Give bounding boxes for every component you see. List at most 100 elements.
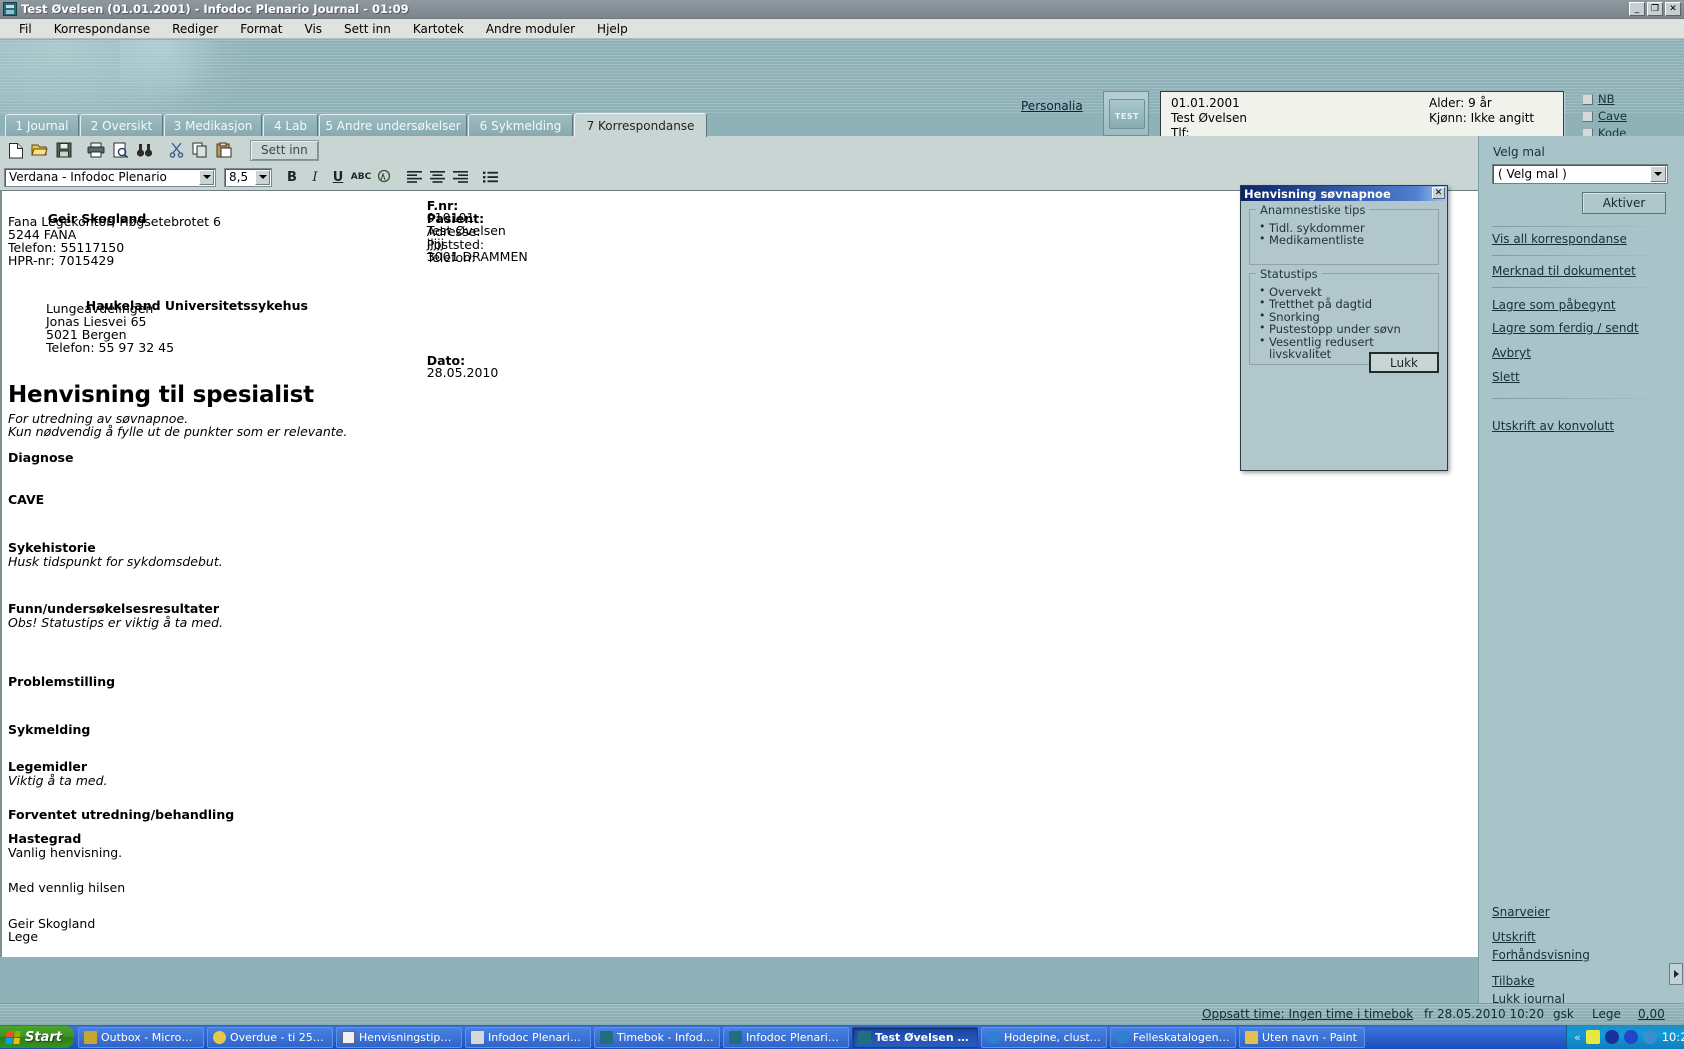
tab-lab[interactable]: 4 Lab xyxy=(263,114,318,136)
sidebar-item-snarveier[interactable]: Snarveier xyxy=(1492,905,1550,919)
window-title: Test Øvelsen (01.01.2001) - Infodoc Plen… xyxy=(21,2,409,16)
sidebar-item-lagre-som-pabegynt[interactable]: Lagre som påbegynt xyxy=(1492,298,1616,312)
aktiver-button[interactable]: Aktiver xyxy=(1582,192,1666,214)
sidebar-item-avbryt[interactable]: Avbryt xyxy=(1492,346,1531,360)
restore-button[interactable]: ❐ xyxy=(1647,2,1663,16)
tab-sykmelding[interactable]: 6 Sykmelding xyxy=(468,114,573,136)
menu-item-andre-moduler[interactable]: Andre moduler xyxy=(475,21,586,37)
cut-scissors-icon[interactable] xyxy=(164,138,188,162)
new-document-icon[interactable] xyxy=(4,138,28,162)
sidebar-item-lagre-som-ferdig-sendt[interactable]: Lagre som ferdig / sendt xyxy=(1492,321,1639,335)
print-icon[interactable] xyxy=(84,138,108,162)
status-datetime: fr 28.05.2010 10:20 xyxy=(1424,1007,1545,1021)
close-icon[interactable]: ✕ xyxy=(1432,187,1445,199)
find-binoculars-icon[interactable] xyxy=(132,138,156,162)
tray-clock[interactable]: 10:20 xyxy=(1662,1030,1684,1044)
status-amount[interactable]: 0,00 xyxy=(1638,1007,1665,1021)
menu-item-kartotek[interactable]: Kartotek xyxy=(402,21,475,37)
chevron-down-icon[interactable] xyxy=(1650,166,1666,182)
minimize-button[interactable]: _ xyxy=(1629,2,1645,16)
lukk-button[interactable]: Lukk xyxy=(1369,352,1439,373)
italic-button[interactable]: I xyxy=(304,166,326,188)
bullet-list-icon[interactable] xyxy=(479,166,501,188)
print-preview-icon[interactable] xyxy=(108,138,132,162)
start-button[interactable]: Start xyxy=(0,1026,74,1048)
mail-icon xyxy=(341,1030,355,1044)
task-timebok[interactable]: Timebok - Infodoc Ple... xyxy=(593,1026,720,1048)
tab-medikasjon[interactable]: 3 Medikasjon xyxy=(164,114,262,136)
menu-item-fil[interactable]: Fil xyxy=(8,21,43,37)
anamnestic-tips-group: Anamnestiske tips Tidl. sykdommer Medika… xyxy=(1249,203,1439,265)
task-paint[interactable]: Uten navn - Paint xyxy=(1238,1026,1365,1048)
network-icon[interactable] xyxy=(1604,1030,1619,1044)
task-label: Infodoc Plenario [2.7.... xyxy=(745,1030,843,1044)
menu-item-hjelp[interactable]: Hjelp xyxy=(586,21,639,37)
volume-icon[interactable] xyxy=(1623,1030,1638,1044)
font-family-select[interactable]: Verdana - Infodoc Plenario xyxy=(4,167,216,187)
sidebar-item-tilbake[interactable]: Tilbake xyxy=(1492,974,1535,988)
personalia-link[interactable]: Personalia xyxy=(1021,99,1083,113)
tray-expand-chevron-icon[interactable]: « xyxy=(1574,1031,1581,1044)
open-folder-icon[interactable] xyxy=(28,138,52,162)
align-left-icon[interactable] xyxy=(403,166,425,188)
copy-icon[interactable] xyxy=(188,138,212,162)
menu-item-korrespondanse[interactable]: Korrespondanse xyxy=(43,21,161,37)
sidebar-scroll-right-button[interactable] xyxy=(1669,963,1683,985)
insert-button[interactable]: Sett inn xyxy=(250,139,319,161)
chevron-down-icon[interactable] xyxy=(255,169,270,185)
task-felleskatalogen[interactable]: Felleskatalogen - Win... xyxy=(1109,1026,1236,1048)
chevron-down-icon[interactable] xyxy=(199,169,214,185)
flag-nb-checkbox[interactable] xyxy=(1582,93,1593,105)
tips-dialog-titlebar: Henvisning søvnapnoe ✕ xyxy=(1241,186,1447,201)
tab-korrespondanse[interactable]: 7 Korrespondanse xyxy=(574,113,707,137)
outlook-icon xyxy=(83,1030,97,1044)
spelling-button[interactable]: ABC xyxy=(350,166,372,188)
menu-item-format[interactable]: Format xyxy=(229,21,293,37)
text-color-icon[interactable] xyxy=(373,166,395,188)
align-right-icon[interactable] xyxy=(449,166,471,188)
action-sidebar: Velg mal ( Velg mal ) Aktiver Vis all ko… xyxy=(1478,136,1684,1013)
underline-button[interactable]: U xyxy=(327,166,349,188)
status-appointment[interactable]: Oppsatt time: Ingen time i timebok xyxy=(1202,1007,1413,1021)
tips-dialog[interactable]: Henvisning søvnapnoe ✕ Anamnestiske tips… xyxy=(1240,185,1448,471)
font-size-select[interactable]: 8,5 xyxy=(224,167,272,187)
task-infodoc-okonomi[interactable]: Infodoc Plenario Øko... xyxy=(464,1026,591,1048)
sidebar-item-vis-all-korrespondanse[interactable]: Vis all korrespondanse xyxy=(1492,232,1627,246)
task-hodepine[interactable]: Hodepine, cluster - N... xyxy=(980,1026,1107,1048)
toolbar-separator xyxy=(76,138,84,162)
template-select[interactable]: ( Velg mal ) xyxy=(1492,164,1668,184)
sync-icon[interactable] xyxy=(1642,1030,1657,1044)
document-signature-role: Lege xyxy=(8,929,39,944)
divider xyxy=(1492,226,1668,227)
task-test-ovelsen[interactable]: Test Øvelsen (01.0... xyxy=(851,1026,978,1048)
menu-item-rediger[interactable]: Rediger xyxy=(161,21,229,37)
save-disk-icon[interactable] xyxy=(52,138,76,162)
sidebar-item-utskrift[interactable]: Utskrift xyxy=(1492,930,1536,944)
paste-icon[interactable] xyxy=(212,138,236,162)
bold-button[interactable]: B xyxy=(281,166,303,188)
task-henvisningstips[interactable]: Henvisningstips - Mes... xyxy=(335,1026,462,1048)
task-overdue[interactable]: Overdue - ti 25.05.20... xyxy=(206,1026,333,1048)
task-outbox[interactable]: Outbox - Microsoft O... xyxy=(77,1026,204,1048)
sidebar-item-forhandsvisning[interactable]: Forhåndsvisning xyxy=(1492,948,1590,962)
task-label: Felleskatalogen - Win... xyxy=(1132,1030,1230,1044)
paint-icon xyxy=(1244,1030,1258,1044)
sidebar-item-utskrift-av-konvolutt[interactable]: Utskrift av konvolutt xyxy=(1492,419,1614,433)
close-button[interactable]: ✕ xyxy=(1665,2,1681,16)
align-center-icon[interactable] xyxy=(426,166,448,188)
sidebar-item-slett[interactable]: Slett xyxy=(1492,370,1520,384)
menu-item-vis[interactable]: Vis xyxy=(294,21,334,37)
application-window: Test Øvelsen (01.01.2001) - Infodoc Plen… xyxy=(0,0,1684,1049)
status-user: gsk xyxy=(1553,1007,1574,1021)
tab-journal[interactable]: 1 Journal xyxy=(5,114,79,136)
tab-oversikt[interactable]: 2 Oversikt xyxy=(80,114,163,136)
menu-item-sett-inn[interactable]: Sett inn xyxy=(333,21,402,37)
task-infodoc-plenario[interactable]: Infodoc Plenario [2.7.... xyxy=(722,1026,849,1048)
tab-andre-undersokelser[interactable]: 5 Andre undersøkelser xyxy=(319,114,467,136)
task-label: Infodoc Plenario Øko... xyxy=(487,1030,585,1044)
flag-nb[interactable]: NB xyxy=(1582,91,1627,107)
task-label: Timebok - Infodoc Ple... xyxy=(616,1030,714,1044)
alert-icon[interactable] xyxy=(1585,1030,1600,1044)
sidebar-item-merknad-til-dokumentet[interactable]: Merknad til dokumentet xyxy=(1492,264,1636,278)
toolbar-separator xyxy=(156,138,164,162)
